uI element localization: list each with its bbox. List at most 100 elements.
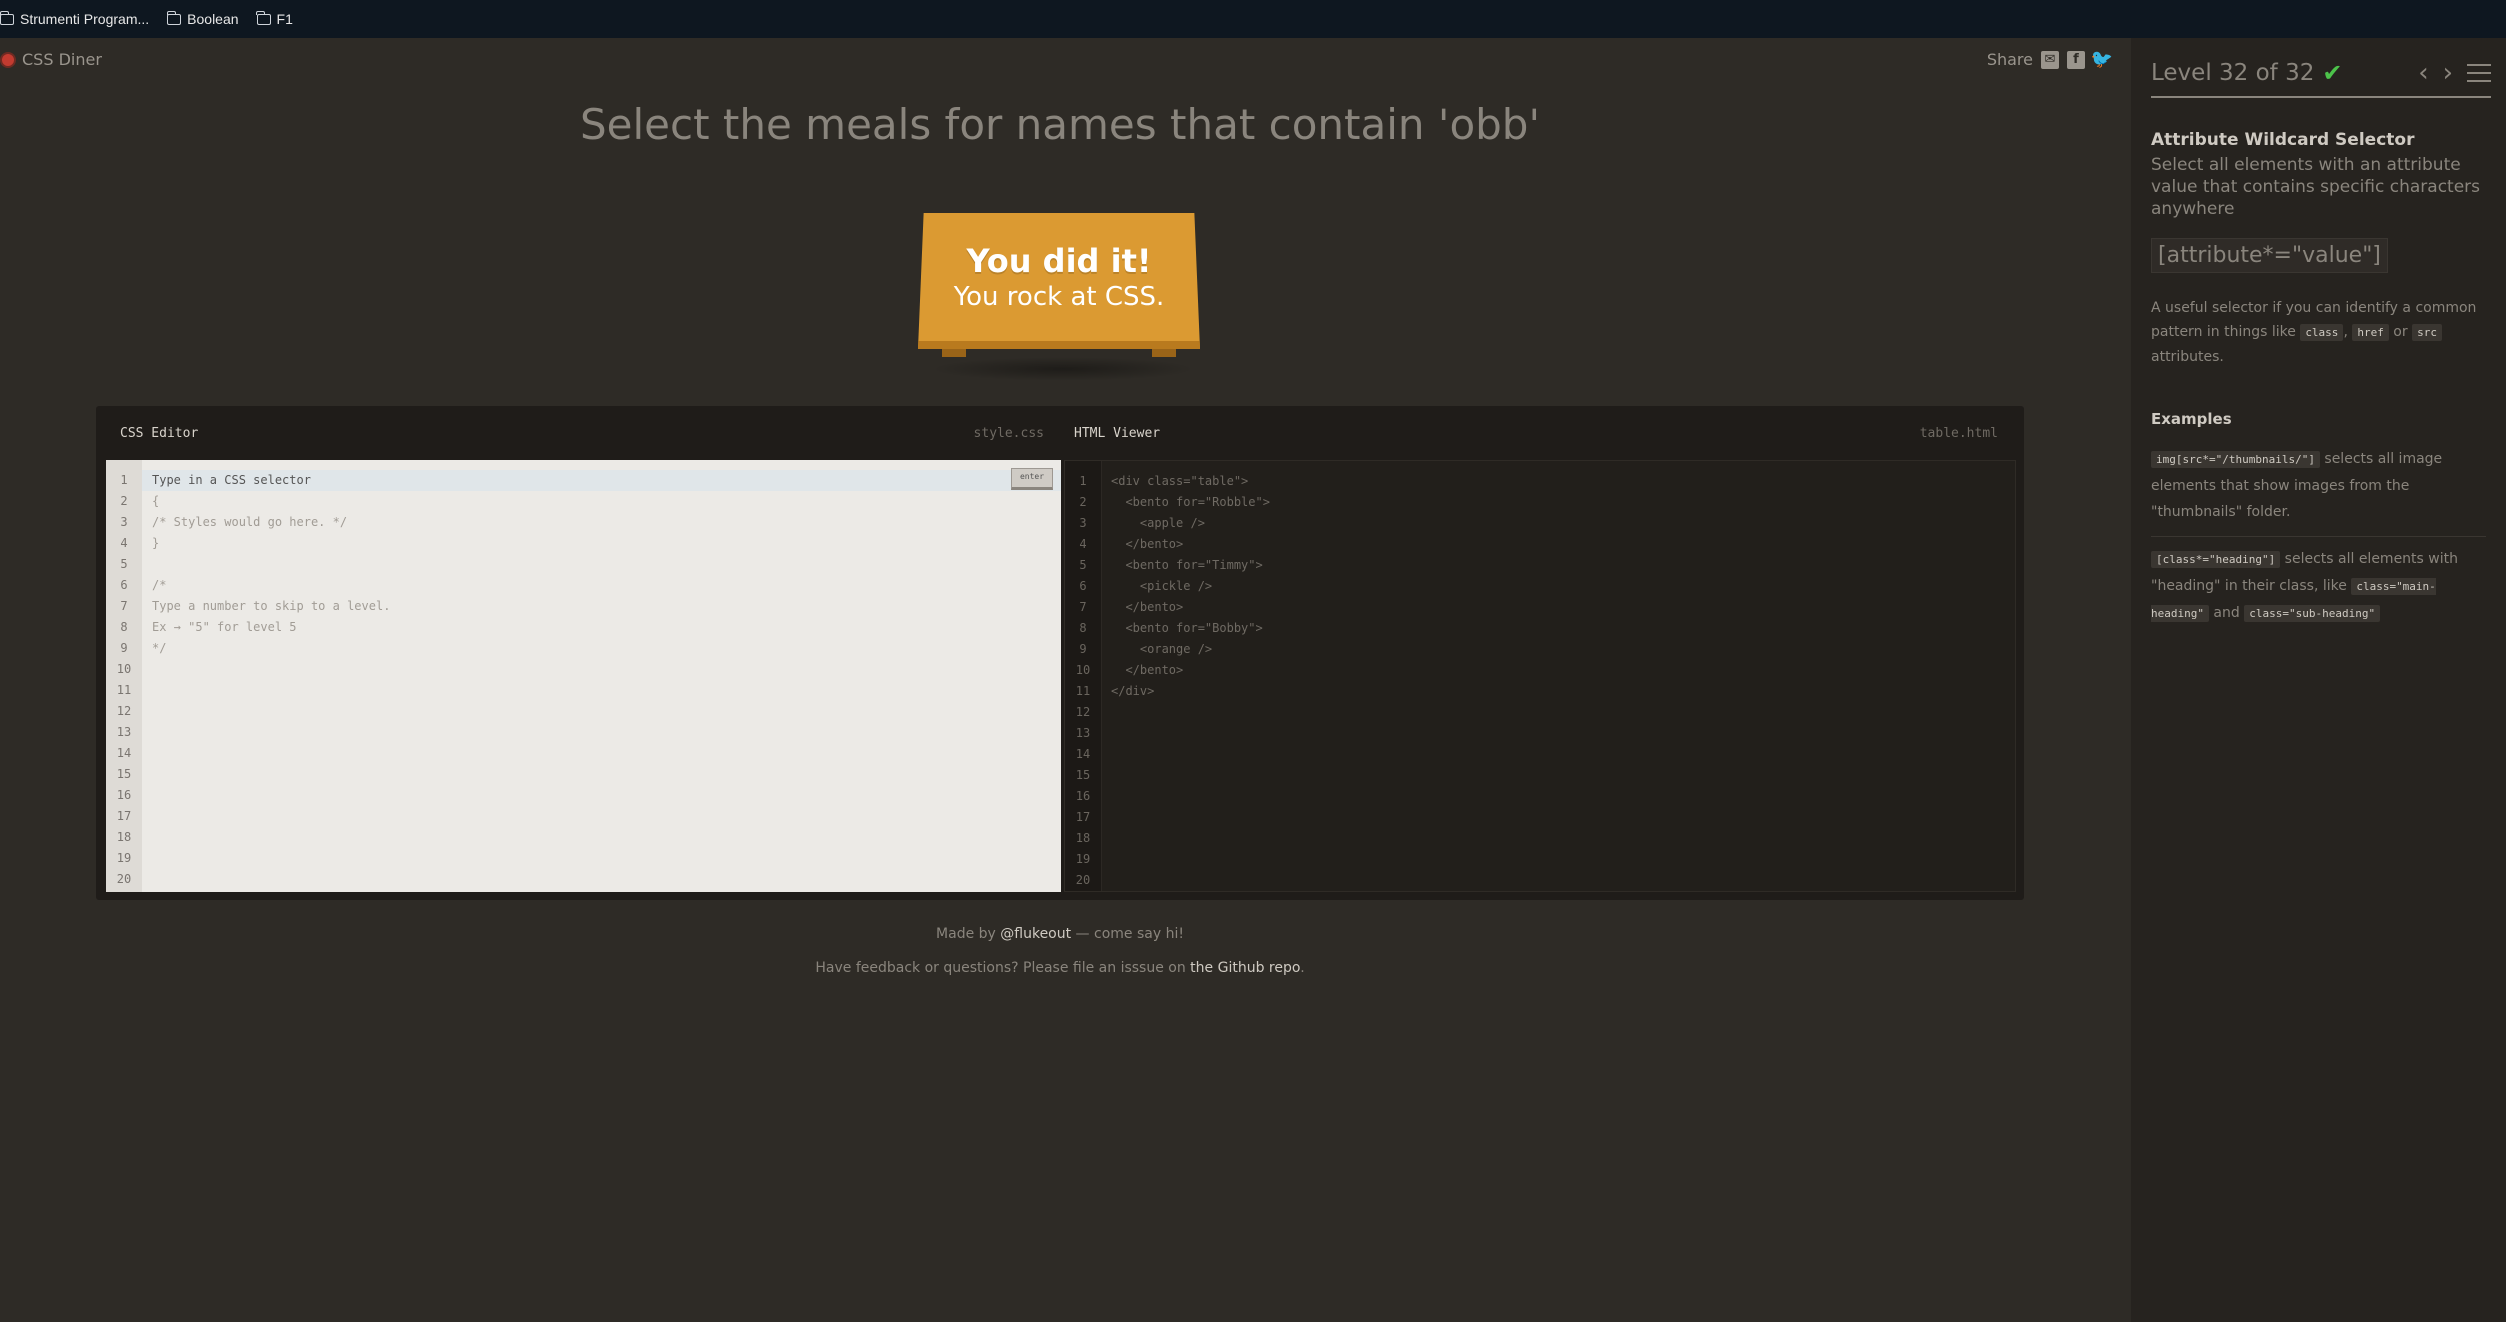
line-number: 3	[120, 515, 128, 529]
level-nav: ‹ ›	[2418, 58, 2491, 88]
code-line: Type a number to skip to a level.	[152, 599, 391, 613]
code-line: {	[152, 494, 160, 508]
line-number: 2	[120, 494, 128, 508]
line-number: 9	[120, 641, 128, 655]
level-indicator[interactable]: Level 32 of 32	[2151, 60, 2314, 86]
selector-name: Attribute Wildcard Selector	[2151, 130, 2415, 150]
footer-feedback: Have feedback or questions? Please file …	[0, 960, 2120, 976]
examples-title: Examples	[2151, 410, 2232, 428]
editor: CSS Editor style.css HTML Viewer table.h…	[96, 406, 2024, 900]
logo-text: CSS Diner	[22, 50, 102, 69]
html-viewer-title: HTML Viewer	[1074, 425, 1161, 441]
line-number: 15	[1075, 768, 1091, 782]
line-number: 2	[1079, 495, 1087, 509]
line-number: 20	[116, 872, 132, 886]
github-link[interactable]: the Github repo	[1190, 960, 1300, 976]
code-line: Ex → "5" for level 5	[152, 620, 297, 634]
selector-input[interactable]: Type in a CSS selector	[152, 470, 390, 491]
code-line: }	[152, 536, 160, 550]
example-divider	[2151, 536, 2486, 537]
author-link[interactable]: @flukeout	[1000, 926, 1071, 942]
line-number: 14	[1075, 747, 1091, 761]
html-viewer-filename: table.html	[1919, 425, 1998, 441]
check-icon: ✔	[2322, 59, 2343, 87]
hint-code: href	[2352, 324, 2389, 341]
code-line: </bento>	[1111, 600, 1184, 614]
folder-icon	[0, 10, 14, 25]
table-shadow	[930, 357, 1196, 381]
line-number: 19	[116, 851, 132, 865]
logo[interactable]: CSS Diner	[0, 50, 102, 69]
line-number: 9	[1079, 642, 1087, 656]
twitter-icon[interactable]: 🐦	[2091, 49, 2113, 70]
code-line: <div class="table">	[1111, 474, 1249, 488]
code-line: <pickle />	[1111, 579, 1213, 593]
sidebar: Level 32 of 32 ✔ ‹ › Attribute Wildcard …	[2131, 38, 2506, 1322]
code-line: <apple />	[1111, 516, 1205, 530]
line-number: 16	[116, 788, 132, 802]
success-title: You did it!	[966, 242, 1152, 280]
line-number: 12	[116, 704, 132, 718]
example-item: [class*="heading"] selects all elements …	[2151, 546, 2486, 627]
hint-code: class	[2300, 324, 2344, 341]
example-item: img[src*="/thumbnails/"] selects all ima…	[2151, 446, 2486, 525]
bookmark-f1[interactable]: F1	[256, 10, 293, 27]
line-number: 6	[120, 578, 128, 592]
line-number: 11	[1075, 684, 1091, 698]
code-line: <bento for="Robble">	[1111, 495, 1270, 509]
selector-syntax: [attribute*="value"]	[2151, 238, 2388, 273]
game-area: CSS Diner Share ✉ f 🐦 Select the meals f…	[0, 38, 2131, 1322]
bookmark-boolean[interactable]: Boolean	[166, 10, 239, 27]
example-code: img[src*="/thumbnails/"]	[2151, 451, 2320, 468]
example-code: class="sub-heading"	[2244, 605, 2381, 622]
level-instruction: Select the meals for names that contain …	[579, 100, 1541, 149]
level-progress-fill	[2151, 96, 2491, 98]
code-line: </bento>	[1111, 537, 1184, 551]
bookmark-label: Strumenti Program...	[20, 11, 150, 27]
css-code[interactable]: Type in a CSS selector {/* Styles would g…	[152, 470, 390, 890]
css-editor-pane[interactable]: 1 2 3 4 5 6 7 8 9 10 11 12 13 14 15 16 17 18 19 20 Type in …	[106, 460, 1061, 892]
code-line: <bento for="Bobby">	[1111, 621, 1263, 635]
bookmark-strumenti[interactable]: Strumenti Program...	[0, 10, 150, 27]
line-number: 10	[1075, 663, 1091, 677]
line-number: 10	[116, 662, 132, 676]
line-number: 17	[116, 809, 132, 823]
html-line-numbers: 1 2 3 4 5 6 7 8 9 10 11 12 13 14 15 16 17 18 19 20	[1065, 461, 1102, 891]
html-code: <div class="table"> <bento for="Robble">…	[1111, 471, 1270, 891]
selector-hint: A useful selector if you can identify a …	[2151, 296, 2486, 369]
footer-credit: Made by @flukeout — come say hi!	[0, 926, 2120, 942]
line-number: 4	[1079, 537, 1087, 551]
example-text: and	[2208, 605, 2245, 621]
selector-description: Select all elements with an attribute va…	[2151, 155, 2481, 219]
folder-icon	[256, 10, 271, 25]
chevron-left-icon[interactable]: ‹	[2418, 58, 2428, 88]
line-number: 7	[1079, 600, 1087, 614]
footer-text: Have feedback or questions? Please file …	[815, 960, 1191, 976]
example-code: [class*="heading"]	[2151, 551, 2281, 568]
chevron-right-icon[interactable]: ›	[2443, 58, 2453, 88]
logo-plate-icon	[0, 51, 16, 68]
success-subtitle: You rock at CSS.	[953, 282, 1165, 312]
enter-button[interactable]: enter	[1011, 468, 1053, 490]
line-number: 19	[1075, 852, 1091, 866]
line-number: 14	[116, 746, 132, 760]
mail-icon[interactable]: ✉	[2041, 50, 2059, 69]
menu-icon[interactable]	[2467, 64, 2491, 82]
facebook-icon[interactable]: f	[2067, 50, 2085, 69]
share-label: Share	[1986, 50, 2033, 69]
hint-text: attributes.	[2151, 349, 2224, 365]
line-number: 16	[1075, 789, 1091, 803]
hint-code: src	[2412, 324, 2442, 341]
